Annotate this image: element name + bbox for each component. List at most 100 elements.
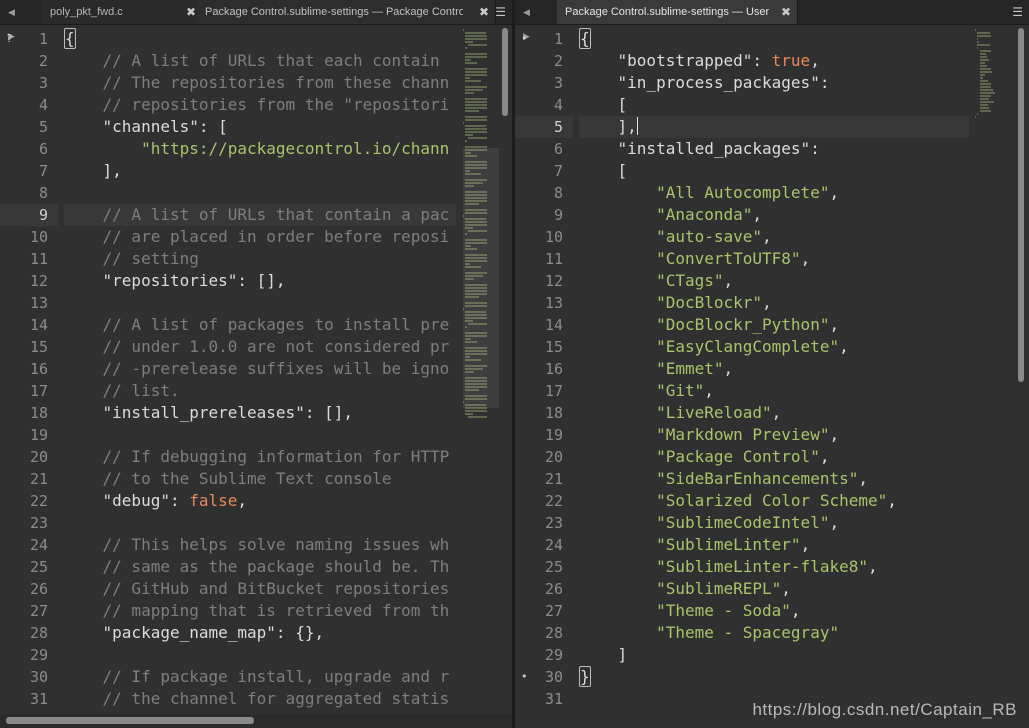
minimap-line <box>465 47 467 49</box>
code-punctuation: , <box>829 315 840 334</box>
code-string: "SublimeCodeIntel" <box>656 513 830 532</box>
tab-package-control-settings-user[interactable]: Package Control.sublime-settings — User … <box>557 0 798 24</box>
line-number: 29 <box>544 646 563 664</box>
code-line: "https://packagecontrol.io/chann <box>64 138 456 160</box>
hamburger-menu-icon[interactable]: ☰ <box>1012 0 1023 24</box>
code-comment: // are placed in order before reposi <box>102 227 450 246</box>
minimap-line <box>977 38 978 40</box>
minimap[interactable] <box>975 28 1015 714</box>
scrollbar-thumb[interactable] <box>502 28 508 116</box>
code-line: [ <box>579 94 969 116</box>
minimap-line <box>975 29 976 31</box>
code-line: "Package Control", <box>579 446 969 468</box>
code-punctuation: , <box>819 447 830 466</box>
line-number: 8 <box>38 184 48 202</box>
minimap-line <box>465 140 467 142</box>
tab-label: Package Control.sublime-settings — User <box>565 6 769 18</box>
code-line: "SideBarEnhancements", <box>579 468 969 490</box>
close-icon[interactable]: ✖ <box>186 0 196 24</box>
minimap-line <box>979 50 992 52</box>
scrollbar-thumb[interactable] <box>1018 28 1024 382</box>
code-string: "DocBlockr_Python" <box>656 315 830 334</box>
scrollbar-thumb[interactable] <box>6 717 254 724</box>
minimap-viewport[interactable] <box>463 148 499 408</box>
code-line: // are placed in order before reposi <box>64 226 456 248</box>
code-line: // GitHub and BitBucket repositories <box>64 578 456 600</box>
watermark-text: https://blog.csdn.net/Captain_RB <box>752 700 1017 719</box>
minimap-line <box>465 410 487 412</box>
code-line: // the channel for aggregated statis <box>64 688 456 710</box>
tab-package-control-settings-default[interactable]: Package Control.sublime-settings — Packa… <box>197 0 496 24</box>
minimap[interactable] <box>463 28 499 714</box>
tab-nav-arrows-icon[interactable]: ◀ ▶ <box>0 0 42 41</box>
code-string: "EasyClangComplete" <box>656 337 840 356</box>
hamburger-menu-icon[interactable]: ☰ <box>495 0 506 24</box>
code-punctuation: : <box>752 51 772 70</box>
minimap-line <box>465 125 487 127</box>
code-line: "channels": [ <box>64 116 456 138</box>
minimap-line <box>979 83 992 85</box>
code-line: "debug": false, <box>64 490 456 512</box>
minimap-line <box>979 74 985 76</box>
minimap-line <box>465 71 487 73</box>
code-key: "package_name_map" <box>102 623 276 642</box>
code-editor[interactable]: { "bootstrapped": true, "in_process_pack… <box>579 28 969 714</box>
line-number: 2 <box>553 52 563 70</box>
line-number: 7 <box>38 162 48 180</box>
horizontal-scrollbar[interactable] <box>0 714 512 728</box>
line-number-gutter: 1 • 2 3 4 5 6 7 8 9 10 11 12 13 14 15 16 17 18 19 20 21 22 23 24… <box>515 28 573 714</box>
close-icon[interactable]: ✖ <box>479 0 489 24</box>
line-number: 4 <box>38 96 48 114</box>
vertical-scrollbar[interactable] <box>1017 28 1025 714</box>
code-punctuation: , <box>839 337 849 356</box>
minimap-line <box>979 53 987 55</box>
tab-bar-right: ◀ ▶ Package Control.sublime-settings — U… <box>515 0 1029 41</box>
line-number: 1 • <box>521 30 563 48</box>
line-number: 27 <box>544 602 563 620</box>
minimap-line <box>977 44 990 46</box>
minimap-line <box>465 35 487 37</box>
minimap-line <box>465 110 480 112</box>
code-punctuation: , <box>790 601 801 620</box>
unsaved-marker-icon: ? <box>6 32 13 45</box>
code-punctuation: , <box>723 271 734 290</box>
code-line: // A list of URLs that each contain <box>64 50 456 72</box>
line-number: 20 <box>29 448 48 466</box>
modified-line-dot-icon: • <box>521 670 528 683</box>
line-number: 11 <box>29 250 48 268</box>
code-line: [ <box>579 160 969 182</box>
vertical-scrollbar[interactable] <box>501 28 509 714</box>
code-punctuation: ], <box>617 117 637 136</box>
minimap-line <box>465 56 487 58</box>
minimap-line <box>465 59 472 61</box>
code-punctuation: , <box>829 513 840 532</box>
line-number: 18 <box>544 404 563 422</box>
code-line: // If debugging information for HTTP <box>64 446 456 468</box>
minimap-line <box>979 89 993 91</box>
code-editor[interactable]: { // A list of URLs that each contain //… <box>64 28 456 714</box>
line-number: 27 <box>29 602 48 620</box>
tab-poly-pkt-fwd[interactable]: poly_pkt_fwd.c ✖ <box>42 0 203 24</box>
line-number: 21 <box>544 470 563 488</box>
tab-nav-arrows-icon[interactable]: ◀ ▶ <box>515 0 557 41</box>
line-number: 30 <box>29 668 48 686</box>
minimap-line <box>467 416 487 418</box>
close-icon[interactable]: ✖ <box>781 0 791 24</box>
code-line: "SublimeREPL", <box>579 578 969 600</box>
line-number: 12 <box>544 272 563 290</box>
code-line: "Markdown Preview", <box>579 424 969 446</box>
code-punctuation: [ <box>617 161 628 180</box>
